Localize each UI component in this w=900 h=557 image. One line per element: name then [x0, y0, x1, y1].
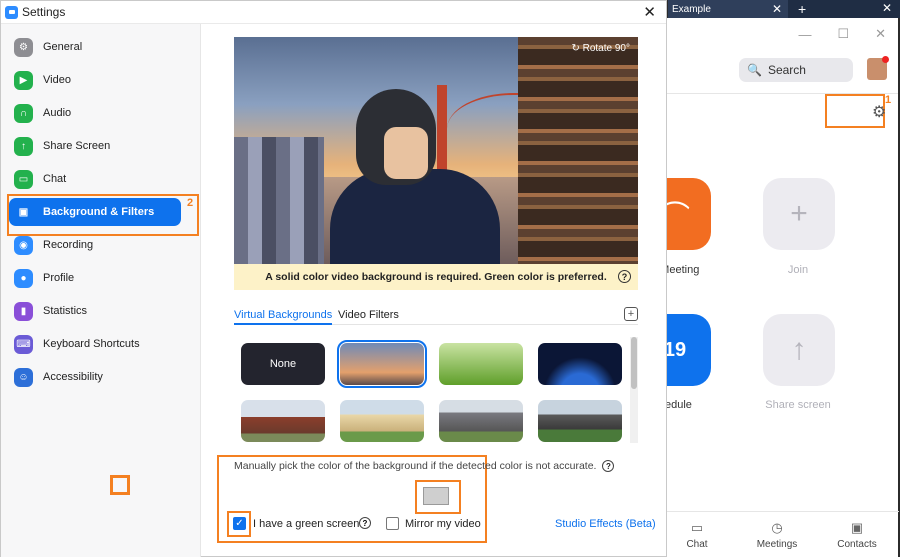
studio-effects-link[interactable]: Studio Effects (Beta) — [555, 518, 656, 530]
search-icon: 🔍 — [747, 63, 762, 77]
title-bar: Settings ✕ — [1, 1, 666, 24]
video-icon: ▶ — [14, 70, 33, 90]
settings-sidebar: ⚙ General ▶ Video ∩ Audio ↑ Share Screen ▭ Ch… — [1, 24, 201, 557]
marker-2: 2 — [187, 197, 194, 209]
clock-icon: ◷ — [771, 520, 783, 535]
share-screen-button[interactable]: ↑ — [763, 314, 835, 386]
sidebar-item-video[interactable]: ▶ Video — [9, 66, 181, 94]
tab-video-filters[interactable]: Video Filters — [338, 309, 399, 321]
join-label: Join — [787, 264, 809, 276]
color-picker-swatch[interactable] — [423, 487, 449, 505]
share-screen-label: Share screen — [765, 399, 831, 411]
mirror-video-checkbox[interactable] — [386, 517, 399, 530]
close-icon[interactable]: ✕ — [643, 3, 656, 21]
rotate-button[interactable]: ↻ Rotate 90° — [571, 43, 630, 54]
background-none[interactable]: None — [241, 343, 325, 385]
backgrounds-scrollbar[interactable] — [630, 337, 638, 443]
profile-icon: ● — [14, 268, 33, 288]
background-campus-2[interactable] — [340, 400, 424, 442]
sidebar-item-chat[interactable]: ▭ Chat — [9, 165, 181, 193]
add-background-button[interactable]: + — [624, 307, 638, 321]
maximize-icon[interactable]: ☐ — [837, 26, 849, 42]
close-icon[interactable]: ✕ — [875, 26, 886, 42]
chat-icon: ▭ — [14, 169, 33, 189]
person-face — [384, 127, 428, 179]
accessibility-icon: ☺ — [14, 367, 33, 387]
avatar[interactable] — [867, 56, 889, 80]
video-preview: ↻ Rotate 90° A solid color video backgro… — [234, 37, 638, 290]
pixelated-area — [234, 137, 324, 267]
statistics-icon: ▮ — [14, 301, 33, 321]
browser-tabbar: Example ✕ + ✕ — [668, 0, 900, 18]
search-button[interactable]: 🔍 Search — [739, 58, 853, 82]
sidebar-item-statistics[interactable]: ▮ Statistics — [9, 297, 181, 325]
zoom-main-window: — ☐ ✕ 🔍 Search ⚙ 1 ⌒ o Meeting + Join 19… — [639, 18, 899, 557]
help-icon[interactable]: ? — [359, 517, 371, 529]
scrollbar-thumb[interactable] — [631, 337, 637, 389]
nav-chat[interactable]: ▭ Chat — [667, 520, 727, 550]
notification-dot — [882, 56, 889, 63]
green-screen-checkbox[interactable]: ✓ — [233, 517, 246, 530]
keyboard-icon: ⌨ — [14, 334, 33, 354]
top-bar: 🔍 Search — [667, 50, 898, 94]
sidebar-item-profile[interactable]: ● Profile — [9, 264, 181, 292]
settings-window: Settings ✕ ⚙ General ▶ Video ∩ Audio ↑ Share… — [0, 0, 667, 557]
highlight-box — [110, 475, 130, 495]
marker-1: 1 — [885, 94, 892, 106]
window-title: Settings — [22, 5, 66, 19]
sidebar-item-share-screen[interactable]: ↑ Share Screen — [9, 132, 181, 160]
contacts-icon: ▣ — [850, 520, 864, 535]
nav-contacts[interactable]: ▣ Contacts — [827, 520, 887, 550]
minimize-icon[interactable]: — — [798, 27, 811, 42]
background-earth[interactable] — [538, 343, 622, 385]
mirror-video-label: Mirror my video — [405, 518, 481, 530]
new-tab-icon[interactable]: + — [798, 1, 806, 17]
green-screen-label: I have a green screen — [253, 518, 360, 530]
sidebar-item-audio[interactable]: ∩ Audio — [9, 99, 181, 127]
close-icon[interactable]: ✕ — [882, 1, 892, 15]
person-body — [330, 169, 500, 269]
background-campus-3[interactable] — [439, 400, 523, 442]
green-screen-notice: A solid color video background is requir… — [234, 264, 638, 290]
background-campus-1[interactable] — [241, 400, 325, 442]
background-campus-4[interactable] — [538, 400, 622, 442]
chat-icon: ▭ — [690, 520, 704, 535]
help-icon[interactable]: ? — [602, 460, 615, 472]
close-icon[interactable]: ✕ — [772, 2, 782, 16]
headphones-icon: ∩ — [14, 103, 33, 123]
gear-icon: ⚙ — [14, 37, 33, 57]
window-controls: — ☐ ✕ — [667, 18, 898, 50]
sidebar-item-general[interactable]: ⚙ General — [9, 33, 181, 61]
background-golden-gate[interactable] — [337, 340, 427, 388]
schedule-label: edule — [665, 399, 692, 411]
screen: Example ✕ + ✕ — ☐ ✕ 🔍 Search ⚙ 1 ⌒ o Mee… — [0, 0, 900, 557]
background-tabs: Virtual Backgrounds Video Filters + — [234, 307, 638, 325]
help-icon[interactable]: ? — [618, 270, 631, 283]
browser-tab-title: Example — [672, 3, 711, 15]
background-grass[interactable] — [439, 343, 523, 385]
bookshelf — [518, 37, 638, 267]
nav-meetings[interactable]: ◷ Meetings — [747, 520, 807, 550]
share-screen-icon: ↑ — [14, 136, 33, 156]
manual-color-text: Manually pick the color of the backgroun… — [234, 460, 615, 472]
highlight-box — [7, 194, 199, 236]
search-label: Search — [767, 63, 806, 77]
browser-tab[interactable]: Example ✕ — [668, 0, 788, 18]
bottom-nav: ▭ Chat ◷ Meetings ▣ Contacts — [667, 511, 899, 557]
record-icon: ◉ — [14, 235, 33, 255]
sidebar-item-keyboard-shortcuts[interactable]: ⌨ Keyboard Shortcuts — [9, 330, 181, 358]
tab-virtual-backgrounds[interactable]: Virtual Backgrounds — [234, 309, 333, 325]
sidebar-item-accessibility[interactable]: ☺ Accessibility — [9, 363, 181, 391]
zoom-logo-icon — [5, 5, 18, 19]
join-button[interactable]: + — [763, 178, 835, 250]
settings-gear-highlight: ⚙ 1 — [825, 94, 891, 128]
